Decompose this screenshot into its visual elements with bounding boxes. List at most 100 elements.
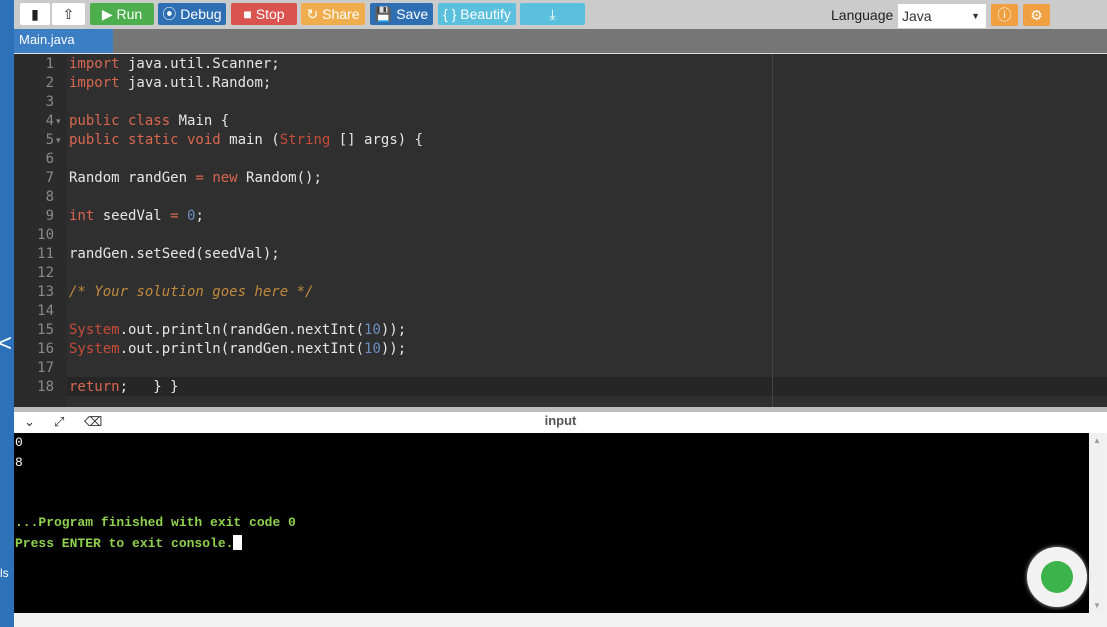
code-token: = [170,208,179,224]
save-button[interactable]: 💾 Save [370,3,433,25]
code-token: String [279,132,331,148]
new-file-button[interactable]: ▮ [20,3,50,25]
beautify-button[interactable]: { } Beautify [438,3,516,25]
code-token: Random randGen [69,170,196,186]
upload-icon: ⇧ [62,6,75,22]
gear-icon: ⚙ [1030,7,1043,23]
code-line: import java.util.Scanner; [69,56,280,72]
print-margin [772,54,773,407]
code-line: randGen.setSeed(seedVal); [69,246,280,262]
language-label: Language [831,7,894,23]
line-number: 5 [45,132,54,148]
code-token: new [212,170,238,186]
code-token: return [69,379,120,395]
exit-message: ...Program finished with exit code 0 [15,515,296,530]
line-number: 3 [45,94,54,110]
code-token: java.util.Random; [119,75,272,91]
code-line: Random randGen = new Random(); [69,170,322,186]
stop-button[interactable]: ■ Stop [231,3,297,25]
code-line: System.out.println(randGen.nextInt(10)); [69,322,406,338]
code-token: [] args) { [330,132,424,148]
exit-prompt: Press ENTER to exit console. [15,535,243,551]
info-button[interactable]: ⓘ [991,4,1018,26]
code-token: = [195,170,204,186]
line-number: 4 [45,113,54,129]
tab-bar: Main.java [14,29,1107,53]
code-line: /* Your solution goes here */ [69,284,313,300]
console-line: 0 [15,435,23,450]
language-select[interactable]: Java ▼ [898,4,986,28]
code-editor[interactable]: 1 import java.util.Scanner; 2 import java.u… [14,53,1107,407]
share-button[interactable]: ↻ Share [301,3,365,25]
line-number: 12 [37,265,54,281]
code-token: )); [380,322,407,338]
collapse-sidebar-button[interactable]: < [0,330,12,358]
code-token: System [69,341,120,357]
line-number: 9 [45,208,54,224]
line-number: 1 [45,56,54,72]
line-number: 18 [37,379,54,395]
fold-icon[interactable]: ▾ [56,116,61,127]
code-token: public static void [69,132,221,148]
line-number: 7 [45,170,54,186]
console-scrollbar[interactable]: ▲ ▼ [1089,433,1105,613]
code-line: int seedVal = 0; [69,208,204,224]
code-token: )); [380,341,407,357]
line-number: 17 [37,360,54,376]
exit-prompt-text: Press ENTER to exit console. [15,536,234,551]
code-token: randGen.setSeed(seedVal); [69,246,280,262]
chevron-down-icon: ▼ [971,11,980,21]
code-token: System [69,322,120,338]
code-token: ; [195,208,204,224]
active-line [67,377,1107,396]
code-token: seedVal [94,208,171,224]
fold-icon[interactable]: ▾ [56,135,61,146]
language-value: Java [902,8,932,24]
text-cursor [233,535,243,550]
line-number: 6 [45,151,54,167]
console-line: 8 [15,455,23,470]
upload-button[interactable]: ⇧ [52,3,85,25]
code-line: public static void main (String [] args)… [69,132,423,148]
run-button[interactable]: ▶ Run [90,3,154,25]
chat-button[interactable] [1027,547,1087,607]
code-token: public class [69,113,171,129]
toolbar: ▮ ⇧ ▶ Run ⦿ Debug ■ Stop ↻ Share 💾 Save … [14,0,1107,29]
code-token: java.util.Scanner; [119,56,280,72]
debug-button[interactable]: ⦿ Debug [158,3,226,25]
code-token: Random(); [237,170,322,186]
file-icon: ▮ [31,6,39,22]
line-number: 16 [37,341,54,357]
line-number: 10 [37,227,54,243]
code-line: import java.util.Random; [69,75,271,91]
code-line: System.out.println(randGen.nextInt(10)); [69,341,406,357]
console-output[interactable]: 0 8 ...Program finished with exit code 0… [14,433,1089,613]
line-number: 15 [37,322,54,338]
code-token: ; } } [119,379,179,395]
code-token: 10 [364,341,381,357]
line-number: 11 [37,246,54,262]
line-number: 13 [37,284,54,300]
chat-bubble-icon [1041,561,1073,593]
code-token: import [69,56,120,72]
line-number: 14 [37,303,54,319]
code-line: return; } } [69,379,179,395]
tab-main-java[interactable]: Main.java [14,29,113,53]
sidebar-partial-text: ls [0,566,9,580]
input-bar: ⌄ ⤢ ⌫ input [14,412,1107,433]
code-token: main ( [220,132,280,148]
code-token: .out.println(randGen.nextInt( [119,322,365,338]
settings-button[interactable]: ⚙ [1023,4,1050,26]
code-token: int [69,208,95,224]
code-token: 10 [364,322,381,338]
code-token: import [69,75,120,91]
line-number: 8 [45,189,54,205]
download-button[interactable]: ⤓ [520,3,585,25]
input-title: input [544,413,577,428]
code-token: .out.println(randGen.nextInt( [119,341,365,357]
line-number: 2 [45,75,54,91]
code-token: Main { [170,113,230,129]
left-sidebar: < ls [0,0,14,627]
code-line: public class Main { [69,113,229,129]
